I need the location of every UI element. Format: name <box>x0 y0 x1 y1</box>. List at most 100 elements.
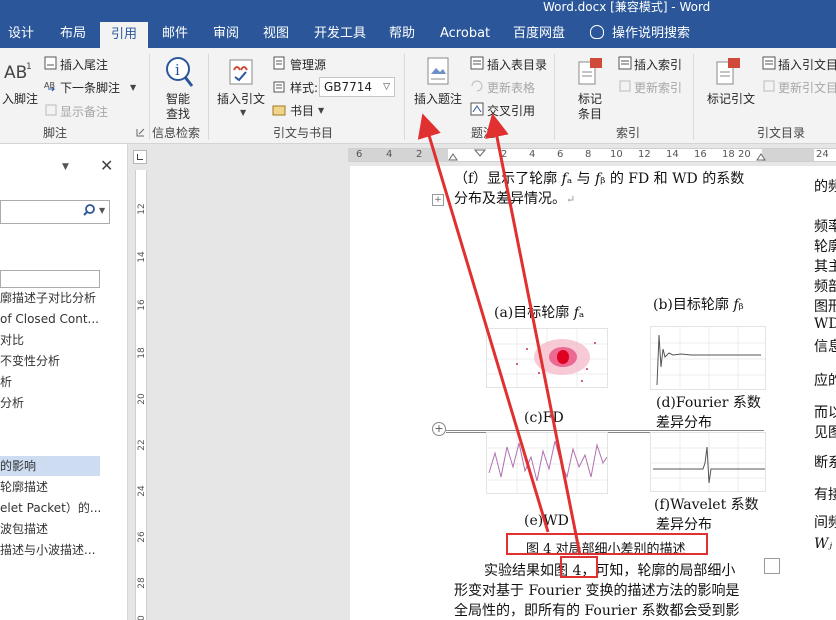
caption-f-line-2: 差异分布 <box>656 517 712 533</box>
paragraph-line-2: 形变对基于 Fourier 变换的描述方法的影响是 <box>454 583 740 599</box>
right-column-text: 断系 <box>814 455 836 471</box>
paragraph-line-1-end: ，可知，轮廓的局部细小 <box>581 563 736 579</box>
update-table-button[interactable]: 更新表格 <box>487 79 535 96</box>
cross-reference-button[interactable]: 交叉引用 <box>487 102 535 119</box>
ruler-tick: 6 <box>557 149 564 160</box>
intro-line-2-text: 分布及差异情况。 <box>454 191 566 207</box>
cross-reference-icon <box>470 102 484 116</box>
nav-heading-item[interactable]: 对比 <box>0 330 100 350</box>
insert-table-of-authorities-button[interactable]: 插入引文目 <box>778 56 836 73</box>
right-column-text: 其主 <box>814 259 836 275</box>
nav-heading-item[interactable]: 不变性分析 <box>0 351 100 371</box>
vertical-ruler: 12 14 16 18 20 22 24 26 28 30 <box>128 144 152 620</box>
nav-heading-item-selected[interactable]: 的影响 <box>0 456 100 476</box>
tab-review[interactable]: 审阅 <box>213 20 239 48</box>
update-table-of-authorities-button[interactable]: 更新引文目 <box>778 79 836 96</box>
tell-me-search[interactable]: 操作说明搜索 <box>590 20 690 48</box>
figure-f-wavelet <box>650 432 766 492</box>
insert-table-of-figures-button[interactable]: 插入表目录 <box>487 56 547 73</box>
indent-marker-icon[interactable] <box>474 149 486 161</box>
insert-endnote-button[interactable]: 插入尾注 <box>60 56 108 73</box>
insert-citation-dropdown-icon[interactable]: ▼ <box>240 108 246 117</box>
tab-view[interactable]: 视图 <box>263 20 289 48</box>
mark-citation-button[interactable]: 标记引文 <box>707 90 755 107</box>
group-separator <box>693 54 694 140</box>
tab-baidu-netdisk[interactable]: 百度网盘 <box>513 20 565 48</box>
next-footnote-button[interactable]: 下一条脚注 <box>60 79 120 96</box>
tell-me-label: 操作说明搜索 <box>612 26 691 41</box>
update-index-button[interactable]: 更新索引 <box>634 79 682 96</box>
paragraph-line-1: 实验结果如图 4，可知，轮廓的局部细小 <box>484 560 735 580</box>
nav-heading-item[interactable]: of Closed Cont... <box>0 309 100 329</box>
mark-citation-icon <box>716 58 740 85</box>
citation-style-select[interactable]: GB7714 ▽ <box>319 77 395 97</box>
tab-selector-icon[interactable] <box>133 150 147 164</box>
insert-index-button[interactable]: 插入索引 <box>634 56 682 73</box>
right-column-text: 频率 <box>814 219 836 235</box>
insert-footnote-button[interactable]: 入脚注 <box>2 90 38 107</box>
insert-caption-button[interactable]: 插入题注 <box>414 90 462 107</box>
tab-design[interactable]: 设计 <box>8 20 34 48</box>
ruler-tick: 14 <box>666 149 679 160</box>
close-icon[interactable]: ✕ <box>100 156 113 175</box>
tab-references[interactable]: 引用 <box>100 22 148 48</box>
bibliography-button[interactable]: 书目 <box>290 102 314 119</box>
insert-citation-icon <box>229 59 253 85</box>
tab-help[interactable]: 帮助 <box>389 20 415 48</box>
ruler-tick: 4 <box>529 149 536 160</box>
bibliography-dropdown-icon[interactable]: ▼ <box>318 106 324 115</box>
nav-heading-item[interactable]: 分析 <box>0 393 100 413</box>
dialog-launcher-icon[interactable] <box>136 128 145 137</box>
insert-citation-button[interactable]: 插入引文 <box>217 90 265 107</box>
nav-heading-item[interactable]: 析 <box>0 372 100 392</box>
ruler-tick: 20 <box>137 393 147 405</box>
tab-layout[interactable]: 布局 <box>60 20 86 48</box>
checkbox-marker[interactable] <box>764 558 780 574</box>
tab-acrobat[interactable]: Acrobat <box>440 20 490 48</box>
right-column-text: 有接 <box>814 487 836 503</box>
insert-table-of-figures-icon <box>470 56 484 70</box>
ruler-tick: 6 <box>356 149 363 160</box>
show-notes-icon <box>45 104 57 116</box>
manage-sources-button[interactable]: 管理源 <box>290 56 326 73</box>
mark-entry-icon <box>578 58 602 85</box>
search-icon <box>83 204 95 216</box>
nav-heading-item[interactable]: 描述与小波描述... <box>0 540 100 560</box>
nav-heading-item[interactable]: 廓描述子对比分析 <box>0 288 100 308</box>
intro-line-1: （f）显示了轮廓 𝑓ₐ 与 𝑓ᵦ 的 FD 和 WD 的系数 <box>454 171 745 187</box>
reference-highlight-box <box>560 556 598 578</box>
smart-lookup-label-2[interactable]: 查找 <box>166 105 190 122</box>
tab-mailings[interactable]: 邮件 <box>162 20 188 48</box>
add-row-icon[interactable]: + <box>432 422 446 436</box>
next-footnote-dropdown-icon[interactable]: ▼ <box>130 83 136 92</box>
pane-options-dropdown-icon[interactable]: ▼ <box>62 162 69 172</box>
nav-heading-item[interactable]: 波包描述 <box>0 519 100 539</box>
insert-endnote-icon <box>44 56 57 70</box>
chevron-down-icon[interactable]: ▼ <box>99 206 105 215</box>
show-notes-button[interactable]: 显示备注 <box>60 103 108 120</box>
right-column-text: 见图 <box>814 425 836 441</box>
index-group-label: 索引 <box>616 126 641 140</box>
tab-developer[interactable]: 开发工具 <box>314 20 366 48</box>
search-document-input[interactable]: ▼ <box>0 200 110 224</box>
chevron-down-icon: ▽ <box>383 82 390 92</box>
navigation-pane: ▼ ✕ ▼ 廓描述子对比分析 of Closed Cont... 对比 不变性分… <box>0 144 128 620</box>
horizontal-ruler: 6 4 2 2 4 6 8 10 12 14 16 18 20 24 <box>348 148 836 162</box>
group-separator <box>404 54 405 140</box>
mark-entry-label-2[interactable]: 条目 <box>578 105 602 122</box>
nav-heading-item[interactable]: 轮廓描述 <box>0 477 100 497</box>
captions-group-label: 题注 <box>471 126 496 140</box>
right-indent-marker-icon[interactable] <box>756 149 766 161</box>
right-column-text: 轮廓 <box>814 239 836 255</box>
ruler-tick: 4 <box>386 149 393 160</box>
right-column-text: 应的 <box>814 373 836 389</box>
object-anchor-icon[interactable]: + <box>432 194 444 206</box>
paragraph-line-3: 全局性的，即所有的 Fourier 系数都会受到影 <box>454 603 740 619</box>
navigation-heading-box[interactable] <box>0 270 100 288</box>
paragraph-mark-icon: ↵ <box>566 193 576 206</box>
ruler-tick: 10 <box>610 149 623 160</box>
nav-heading-item[interactable]: elet Packet）的... <box>0 498 100 518</box>
caption-d-line-2: 差异分布 <box>656 415 712 431</box>
ruler-margin <box>762 149 814 161</box>
left-indent-marker-icon[interactable] <box>448 149 458 161</box>
